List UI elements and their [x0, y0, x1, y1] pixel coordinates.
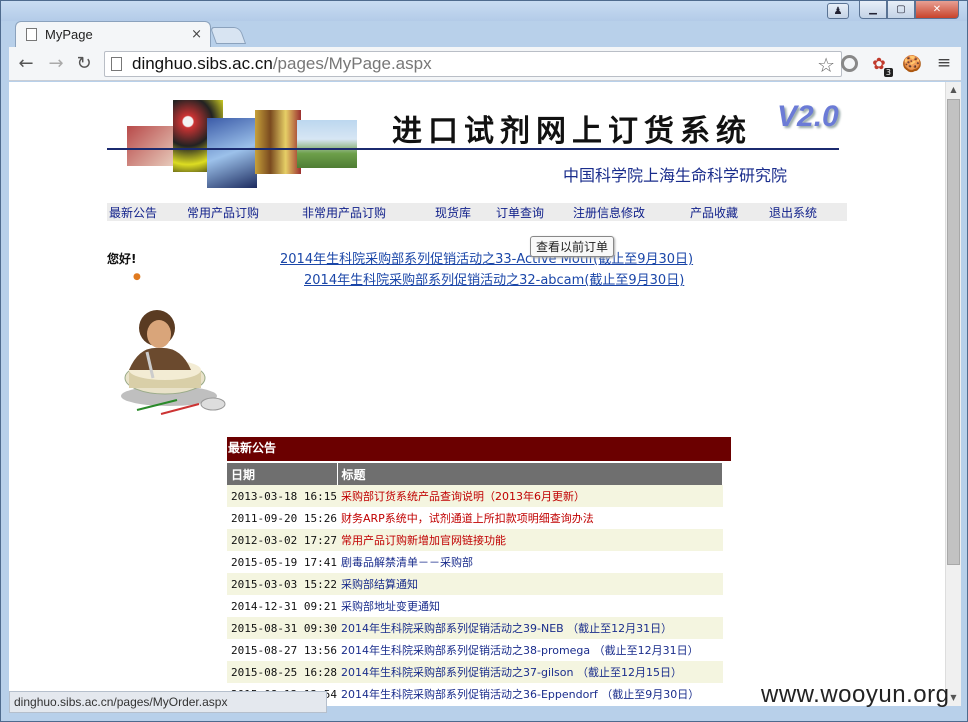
browser-toolbar: ← → ↻ dinghuo.sibs.ac.cn/pages/MyPage.as…	[9, 47, 961, 81]
title-bar: ♟ ▁ ▢ ✕	[1, 1, 967, 21]
reload-icon[interactable]: ↻	[73, 53, 95, 74]
system-title: 进口试剂网上订货系统	[392, 114, 752, 149]
url-host: dinghuo.sibs.ac.cn	[132, 54, 273, 73]
notice-date: 2015-03-03 15:22	[227, 573, 337, 595]
vertical-scrollbar[interactable]: ▲ ▼	[945, 82, 961, 706]
nav-logout[interactable]: 退出系统	[769, 204, 817, 221]
nav-favorites[interactable]: 产品收藏	[690, 204, 738, 221]
scientist-illustration	[109, 300, 229, 418]
nav-common-products[interactable]: 常用产品订购	[187, 204, 259, 221]
extension-circle-icon[interactable]	[839, 53, 859, 73]
tab-title: MyPage	[45, 27, 93, 42]
table-row: 2012-03-02 17:27 常用产品订购新增加官网链接功能	[227, 529, 723, 551]
site-banner: 进口试剂网上订货系统 V2.0 中国科学院上海生命科学研究院	[107, 100, 845, 192]
table-row: 2015-03-03 15:22 采购部结算通知	[227, 573, 723, 595]
notice-title-link[interactable]: 采购部地址变更通知	[337, 595, 723, 617]
notices-table: 日期 标题 2013-03-18 16:15 采购部订货系统产品查询说明（2013…	[227, 463, 723, 705]
promo-link-2[interactable]: 2014年生科院采购部系列促销活动之32-abcam(截止至9月30日)	[304, 269, 684, 288]
nav-order-query[interactable]: 订单查询	[496, 204, 544, 221]
latest-notices-panel: 最新公告 日期 标题 2013-03-18 16:15 采购部订货系统产品查询说明…	[227, 437, 731, 705]
back-arrow-icon[interactable]: ←	[15, 53, 37, 74]
table-row: 2015-08-25 16:28 2014年生科院采购部系列促销活动之37-gil…	[227, 661, 723, 683]
nav-uncommon-products[interactable]: 非常用产品订购	[302, 204, 386, 221]
table-row: 2015-05-19 17:41 剧毒品解禁清单－－采购部	[227, 551, 723, 573]
forward-arrow-icon[interactable]: →	[45, 53, 67, 74]
close-window-button[interactable]: ✕	[915, 1, 959, 19]
table-row: 2014-12-31 09:21 采购部地址变更通知	[227, 595, 723, 617]
document-icon	[111, 57, 122, 71]
status-bar: dinghuo.sibs.ac.cn/pages/MyOrder.aspx	[9, 691, 327, 713]
notice-date: 2015-08-25 16:28	[227, 661, 337, 683]
scrollbar-thumb[interactable]	[947, 99, 960, 565]
notice-date: 2015-08-31 09:30	[227, 617, 337, 639]
url-path: /pages/MyPage.aspx	[272, 54, 432, 73]
notice-title-link[interactable]: 采购部结算通知	[337, 573, 723, 595]
bookmark-star-icon[interactable]: ☆	[817, 53, 835, 77]
extension-badge-count: 3	[883, 68, 893, 77]
minimize-button[interactable]: ▁	[859, 1, 887, 19]
institute-name: 中国科学院上海生命科学研究院	[563, 166, 788, 185]
promo-link-1[interactable]: 2014年生科院采购部系列促销活动之33-Active Motif(截止至9月3…	[280, 248, 693, 267]
menu-icon[interactable]: ≡	[934, 53, 954, 73]
notice-date: 2011-09-20 15:26	[227, 507, 337, 529]
notice-date: 2015-08-27 13:56	[227, 639, 337, 661]
nav-edit-registration[interactable]: 注册信息修改	[573, 204, 645, 221]
table-row: 2015-08-27 13:56 2014年生科院采购部系列促销活动之38-pro…	[227, 639, 723, 661]
table-header-row: 日期 标题	[227, 463, 723, 485]
banner-divider	[107, 148, 839, 150]
version-label: V2.0	[777, 100, 839, 133]
tooltip: 查看以前订单	[530, 236, 615, 257]
main-nav: 最新公告 常用产品订购 非常用产品订购 现货库 订单查询 注册信息修改 产品收藏…	[107, 203, 847, 221]
table-row: 2011-09-20 15:26 财务ARP系统中，试剂通道上所扣款项明细查询办法	[227, 507, 723, 529]
notice-date: 2012-03-02 17:27	[227, 529, 337, 551]
user-icon[interactable]: ♟	[827, 3, 849, 19]
page-viewport: 进口试剂网上订货系统 V2.0 中国科学院上海生命科学研究院 最新公告 常用产品…	[9, 82, 945, 706]
column-date: 日期	[227, 463, 338, 485]
notice-date: 2014-12-31 09:21	[227, 595, 337, 617]
new-tab-button[interactable]	[209, 27, 247, 44]
notice-title-link[interactable]: 常用产品订购新增加官网链接功能	[337, 529, 723, 551]
notices-heading: 最新公告	[227, 437, 731, 461]
notice-title-link[interactable]: 2014年生科院采购部系列促销活动之36-Eppendorf （截止至9月30日…	[337, 683, 723, 705]
cookie-icon[interactable]: 🍪	[902, 53, 922, 73]
nav-stock[interactable]: 现货库	[435, 204, 471, 221]
notice-title-link[interactable]: 财务ARP系统中，试剂通道上所扣款项明细查询办法	[337, 507, 723, 529]
notice-title-link[interactable]: 2014年生科院采购部系列促销活动之39-NEB （截止至12月31日）	[337, 617, 723, 639]
table-row: 2015-08-31 09:30 2014年生科院采购部系列促销活动之39-NEB…	[227, 617, 723, 639]
notice-title-link[interactable]: 采购部订货系统产品查询说明（2013年6月更新）	[337, 485, 723, 507]
nav-latest-notices[interactable]: 最新公告	[109, 204, 157, 221]
banner-photo-collage	[127, 100, 357, 190]
notice-date: 2013-03-18 16:15	[227, 485, 337, 507]
greeting: 您好!	[107, 252, 137, 266]
maximize-button[interactable]: ▢	[887, 1, 915, 19]
extension-badge-icon[interactable]: ✿ 3	[869, 53, 893, 77]
notice-title-link[interactable]: 2014年生科院采购部系列促销活动之38-promega （截止至12月31日）	[337, 639, 723, 661]
notice-title-link[interactable]: 剧毒品解禁清单－－采购部	[337, 551, 723, 573]
tab-mypage[interactable]: MyPage ×	[15, 21, 211, 47]
page-icon	[26, 28, 37, 41]
window-controls: ♟ ▁ ▢ ✕	[827, 1, 959, 19]
address-bar[interactable]: dinghuo.sibs.ac.cn/pages/MyPage.aspx ☆	[104, 51, 842, 77]
watermark: www.wooyun.org	[761, 681, 950, 708]
tab-close-icon[interactable]: ×	[191, 27, 202, 42]
scroll-up-arrow-icon[interactable]: ▲	[946, 82, 961, 98]
browser-window: ♟ ▁ ▢ ✕ MyPage × ← → ↻ dinghuo.sibs.ac.c…	[0, 0, 968, 722]
table-row: 2013-03-18 16:15 采购部订货系统产品查询说明（2013年6月更新）	[227, 485, 723, 507]
notice-title-link[interactable]: 2014年生科院采购部系列促销活动之37-gilson （截止至12月15日）	[337, 661, 723, 683]
bullet-icon: ●	[133, 272, 141, 282]
notice-date: 2015-05-19 17:41	[227, 551, 337, 573]
column-title: 标题	[337, 463, 723, 485]
